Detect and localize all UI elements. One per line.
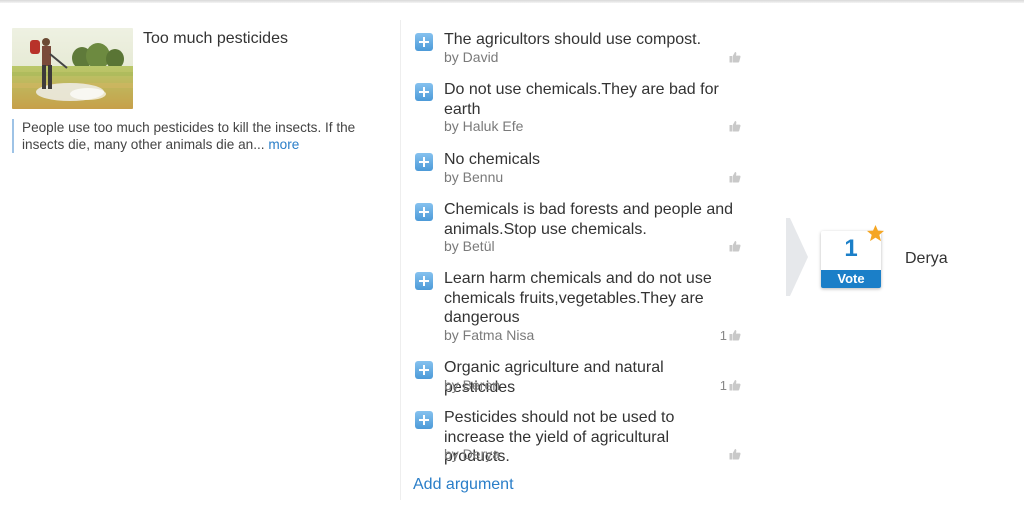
thumbs-up-icon — [729, 171, 741, 183]
like-button[interactable]: 1 — [715, 327, 741, 344]
vote-label: Vote — [821, 270, 881, 288]
thumbs-up-icon — [729, 379, 741, 391]
argument-text: Do not use chemicals.They are bad for ea… — [444, 81, 719, 118]
argument-text: The agricultors should use compost. — [444, 31, 702, 48]
argument-author: by Derya — [444, 446, 501, 462]
like-button[interactable] — [715, 238, 741, 255]
expand-plus-icon[interactable] — [415, 83, 433, 101]
expand-plus-icon[interactable] — [415, 33, 433, 51]
more-link[interactable]: more — [268, 137, 299, 152]
problem-description: People use too much pesticides to kill t… — [12, 119, 382, 153]
expand-plus-icon[interactable] — [415, 203, 433, 221]
like-button[interactable] — [715, 49, 741, 66]
chevron-right-icon — [786, 218, 808, 296]
like-button[interactable]: 1 — [715, 377, 741, 394]
like-count: 1 — [719, 378, 727, 393]
thumbs-up-icon — [729, 120, 741, 132]
problem-title[interactable]: Too much pesticides — [143, 30, 288, 48]
argument-author: by Beren — [444, 377, 501, 393]
argument-author: by Fatma Nisa — [444, 327, 535, 343]
thumbs-up-icon — [729, 448, 741, 460]
star-icon — [866, 224, 885, 242]
add-argument-link[interactable]: Add argument — [413, 476, 514, 494]
argument-author: by Bennu — [444, 169, 504, 185]
expand-plus-icon[interactable] — [415, 411, 433, 429]
thumbs-up-icon — [729, 51, 741, 63]
problem-description-text: People use too much pesticides to kill t… — [22, 120, 356, 152]
expand-plus-icon[interactable] — [415, 361, 433, 379]
top-border — [0, 0, 1024, 3]
argument-author: by Haluk Efe — [444, 118, 524, 134]
expand-plus-icon[interactable] — [415, 153, 433, 171]
voter-name: Derya — [905, 250, 948, 267]
problem-image[interactable] — [12, 28, 133, 109]
expand-plus-icon[interactable] — [415, 272, 433, 290]
like-count: 1 — [719, 328, 727, 343]
column-divider — [400, 20, 401, 500]
like-button[interactable] — [715, 118, 741, 135]
argument-author: by David — [444, 49, 499, 65]
like-button[interactable] — [715, 446, 741, 463]
thumbs-up-icon — [729, 240, 741, 252]
like-button[interactable] — [715, 169, 741, 186]
argument-author: by Betül — [444, 238, 495, 254]
argument-text: Chemicals is bad forests and people and … — [444, 201, 734, 238]
thumbs-up-icon — [729, 329, 741, 341]
argument-text: Learn harm chemicals and do not use chem… — [444, 270, 712, 326]
argument-text: No chemicals — [444, 151, 541, 168]
